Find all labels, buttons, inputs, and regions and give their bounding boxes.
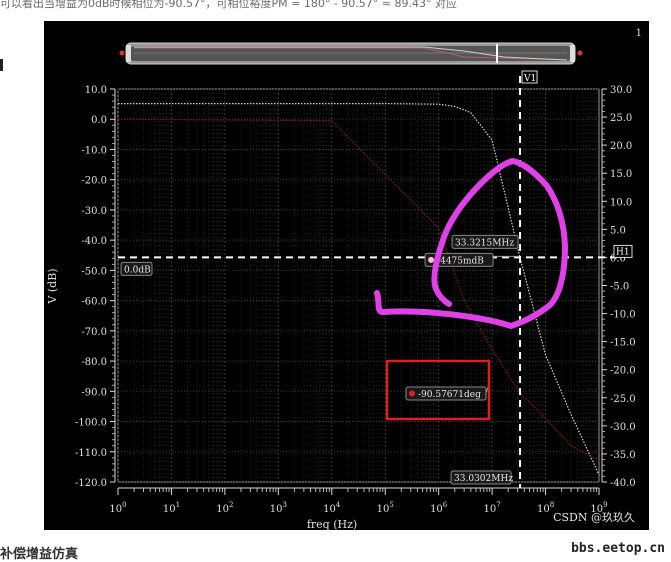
- x-tick-label: 108: [537, 501, 554, 515]
- left-tick-label: -70.0: [81, 327, 107, 338]
- x-axis-label: freq (Hz): [307, 518, 357, 530]
- freq-readout-1: 33.3215MHz: [455, 238, 514, 248]
- x-tick-label: 104: [323, 501, 341, 515]
- right-tick-label: -25.0: [610, 394, 636, 405]
- left-tick-label: -20.0: [81, 176, 107, 187]
- slider-right-dot: [577, 50, 583, 56]
- slider-left-handle[interactable]: [126, 45, 131, 62]
- gain-readout-dot: [428, 256, 435, 263]
- bode-plot-svg: 1 10.0 0.0 -10.0 -20.0 -30.0 -40.0 -50.0 -60.0 -…: [46, 28, 642, 531]
- site-watermark: bbs.eetop.cn: [571, 541, 665, 556]
- left-tick-label: -100.0: [75, 418, 107, 429]
- zero-db-label: 0.0dB: [124, 265, 151, 275]
- waveform-viewer: 1 10.0 0.0 -10.0 -20.0 -30.0 -40.0 -50.0 -60.0 -…: [44, 21, 649, 531]
- right-tick-label: 25.0: [610, 113, 632, 124]
- left-tick-label: 0.0: [91, 115, 107, 126]
- left-tick-label: 10.0: [85, 85, 107, 96]
- left-edge-marker: [0, 59, 3, 71]
- right-tick-label: -10.0: [610, 310, 636, 321]
- x-tick-label: 100: [109, 501, 126, 515]
- left-axis: 10.0 0.0 -10.0 -20.0 -30.0 -40.0 -50.0 -60.0 -70…: [75, 85, 116, 489]
- right-tick-label: 10.0: [610, 197, 632, 208]
- left-tick-label: -60.0: [81, 297, 107, 308]
- x-tick-label: 102: [216, 501, 233, 515]
- phase-readout-dot: [409, 390, 415, 397]
- freq-readout-bottom: 33.0302MHz: [454, 474, 513, 484]
- left-tick-label: -80.0: [81, 357, 107, 368]
- right-tick-label: 5.0: [610, 225, 626, 236]
- right-tick-label: -30.0: [610, 422, 636, 433]
- slider-left-dot: [119, 50, 125, 56]
- footer-heading: 补偿增益仿真: [0, 547, 79, 562]
- gain-readout: -4475mdB: [437, 256, 484, 266]
- page-number: 1: [636, 28, 642, 39]
- left-tick-label: -40.0: [81, 236, 107, 247]
- zoom-slider[interactable]: [125, 42, 576, 65]
- x-tick-label: 106: [430, 501, 448, 515]
- right-tick-label: -20.0: [610, 366, 636, 377]
- right-tick-label: 20.0: [610, 141, 632, 152]
- x-tick-label: 107: [484, 501, 501, 515]
- x-tick-label: 103: [270, 501, 287, 515]
- right-axis: 30.025.020.015.010.05.00.0-5.0-10.0-15.0…: [601, 85, 636, 489]
- left-tick-label: -120.0: [75, 478, 107, 489]
- left-tick-label: -10.0: [81, 145, 107, 156]
- right-tick-label: 30.0: [610, 85, 632, 96]
- x-tick-label: 105: [377, 501, 394, 515]
- csdn-watermark: CSDN @玖玖久: [553, 511, 635, 524]
- slider-right-handle[interactable]: [570, 45, 575, 62]
- right-tick-label: 15.0: [610, 169, 632, 180]
- phase-readout: -90.57671deg: [418, 390, 481, 400]
- left-tick-label: -50.0: [81, 266, 107, 277]
- cursor-v1-label: V1: [523, 74, 536, 84]
- y-axis-label-left: V (dB): [46, 268, 59, 304]
- caption-text: 可以看出当增益为0dB时候相位为-90.57°，可相位裕度PM = 180° -…: [0, 0, 457, 10]
- right-tick-label: -40.0: [610, 478, 636, 489]
- left-tick-label: -30.0: [81, 206, 107, 217]
- right-tick-label: -5.0: [610, 282, 629, 293]
- left-tick-label: -90.0: [81, 387, 107, 398]
- right-tick-label: -35.0: [610, 450, 636, 461]
- x-tick-label: 101: [163, 501, 180, 515]
- left-tick-label: -110.0: [75, 448, 107, 459]
- cursor-h1-label: H1: [616, 247, 630, 257]
- right-tick-label: -15.0: [610, 338, 636, 349]
- x-axis: 100 101 102 103 104 105 106 107 108 109: [109, 487, 608, 515]
